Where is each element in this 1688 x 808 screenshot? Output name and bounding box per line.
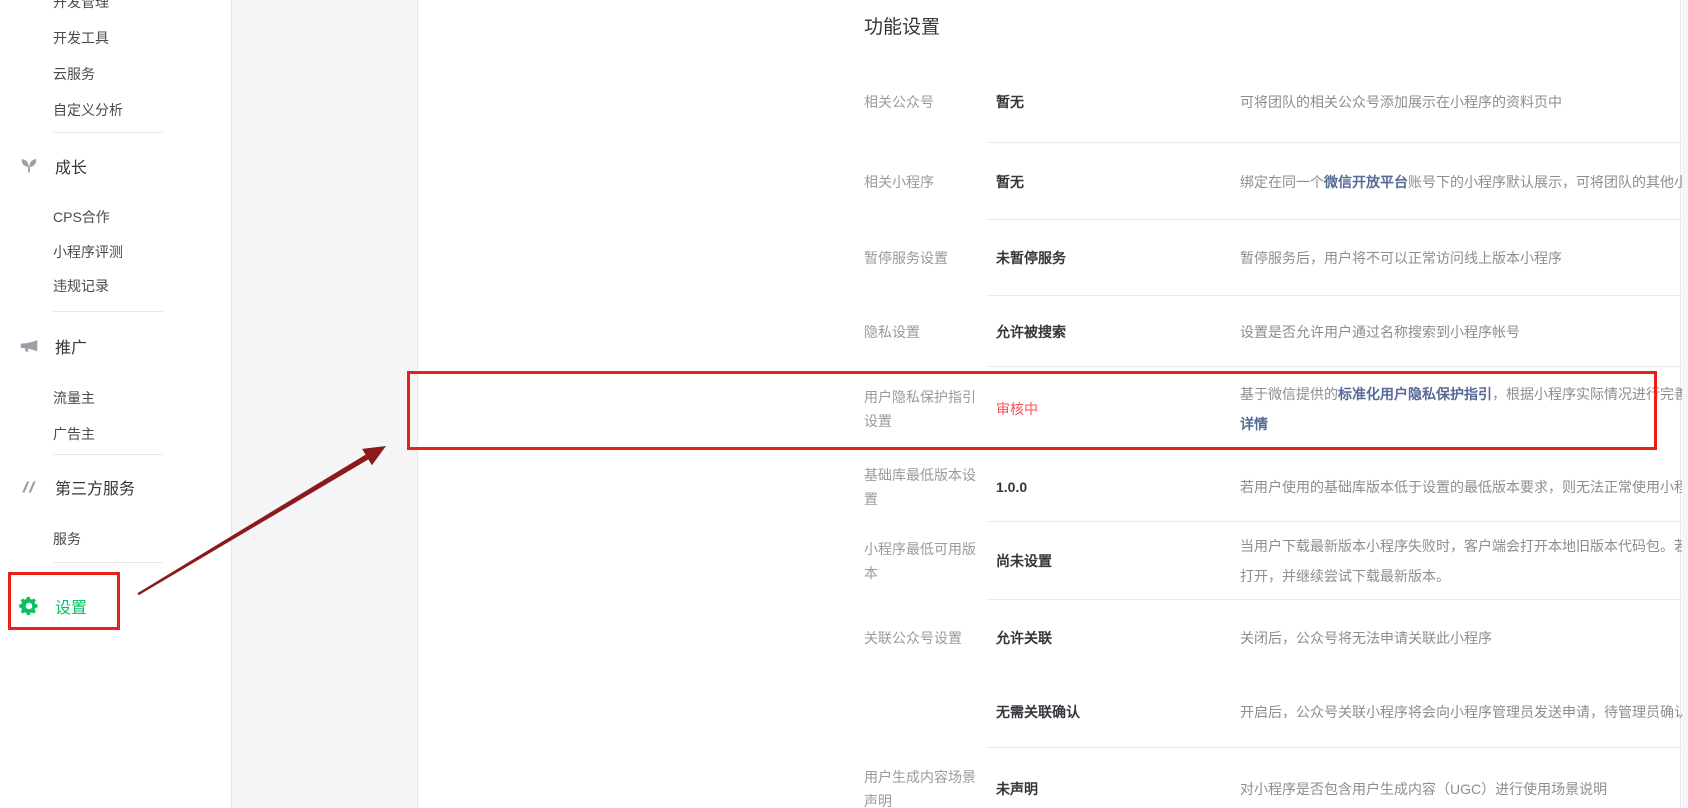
sidebar-section-label: 设置 xyxy=(55,594,87,618)
row-value: 1.0.0 xyxy=(996,479,1196,495)
row-label: 关联公众号设置 xyxy=(864,626,984,650)
settings-row-no-link-confirm: 无需关联确认 开启后，公众号关联小程序将会向小程序管理员发送申请，待管理员确认后才… xyxy=(836,675,1688,748)
row-description: 对小程序是否包含用户生成内容（UGC）进行使用场景说明 xyxy=(1240,774,1688,804)
description-text: 账号下的小程序默认展示，可将团队的其他小程序添加展示在小程序的资料页中 xyxy=(1408,174,1688,190)
sidebar: 开发管理开发工具云服务自定义分析成长 CPS合作小程序评测违规记录推广流量主广告主… xyxy=(0,0,232,808)
content-gutter xyxy=(232,0,417,808)
row-label: 相关小程序 xyxy=(864,170,984,194)
sidebar-item-service[interactable]: 服务 xyxy=(53,529,81,549)
description-text: ，根据小程序实际情况进行完善。小程序发布后即向c端用户展示。 xyxy=(1492,386,1688,402)
settings-row-privacy-search: 隐私设置允许被搜索设置是否允许用户通过名称搜索到小程序帐号关闭 xyxy=(836,296,1688,367)
settings-row-min-library-version: 基础库最低版本设置 1.0.0 若用户使用的基础库版本低于设置的最低版本要求，则无法… xyxy=(836,451,1688,522)
settings-row-ugc-declaration: 用户生成内容场景声明未声明 对小程序是否包含用户生成内容（UGC）进行使用场景说明… xyxy=(836,748,1688,808)
row-value: 允许关联 xyxy=(996,628,1196,648)
description-text: 开启后，公众号关联小程序将会向小程序管理员发送申请，待管理员确认后才能关联成功 xyxy=(1240,704,1688,720)
row-description: 暂停服务后，用户将不可以正常访问线上版本小程序 xyxy=(1240,243,1688,273)
settings-row-related-miniprogram: 相关小程序暂无 绑定在同一个微信开放平台账号下的小程序默认展示，可将团队的其他小程… xyxy=(836,143,1688,220)
right-gutter xyxy=(1682,0,1688,808)
row-value: 尚未设置 xyxy=(996,551,1196,571)
sidebar-item-traffic-owner[interactable]: 流量主 xyxy=(53,388,95,408)
description-text: 对小程序是否包含用户生成内容（UGC）进行使用场景说明 xyxy=(1240,781,1607,797)
megaphone-icon xyxy=(18,335,40,357)
row-description: 若用户使用的基础库版本低于设置的最低版本要求，则无法正常使用小程序，并提示更新微… xyxy=(1240,472,1688,502)
sidebar-divider xyxy=(53,311,163,312)
sidebar-section-label: 成长 xyxy=(55,154,87,178)
sidebar-section-promotion[interactable]: 推广 xyxy=(0,334,87,358)
page-title: 功能设置 xyxy=(864,12,940,39)
row-value: 未声明 xyxy=(996,779,1196,799)
row-label: 基础库最低版本设置 xyxy=(864,463,984,511)
sidebar-item-violation-records[interactable]: 违规记录 xyxy=(53,276,109,296)
row-description: 当用户下载最新版本小程序失败时，客户端会打开本地旧版本代码包。若该版本低于设置的… xyxy=(1240,531,1688,591)
row-value: 允许被搜索 xyxy=(996,322,1196,342)
row-label: 用户隐私保护指引设置 xyxy=(864,385,984,433)
description-text: 基于微信提供的 xyxy=(1240,386,1338,402)
description-text: 若用户使用的基础库版本低于设置的最低版本要求，则无法正常使用小程序，并提示更新微… xyxy=(1240,479,1688,495)
settings-row-link-official-account: 关联公众号设置允许关联关闭后，公众号将无法申请关联此小程序关闭 xyxy=(836,600,1688,675)
sidebar-item-miniprogram-evaluation[interactable]: 小程序评测 xyxy=(53,242,123,262)
sidebar-item-advertiser[interactable]: 广告主 xyxy=(53,424,95,444)
sidebar-section-growth[interactable]: 成长 xyxy=(0,154,87,178)
settings-row-suspend-service: 暂停服务设置未暂停服务暂停服务后，用户将不可以正常访问线上版本小程序暂停服务 xyxy=(836,220,1688,296)
sidebar-item-custom-analysis[interactable]: 自定义分析 xyxy=(53,100,123,120)
row-description: 设置是否允许用户通过名称搜索到小程序帐号 xyxy=(1240,317,1688,347)
sidebar-section-settings[interactable]: 设置 xyxy=(0,594,87,618)
row-value: 暂无 xyxy=(996,172,1196,192)
row-value-status: 审核中 xyxy=(996,399,1196,419)
settings-row-related-official-account: 相关公众号暂无可将团队的相关公众号添加展示在小程序的资料页中修改 xyxy=(836,60,1688,143)
row-label: 用户生成内容场景声明 xyxy=(864,765,984,808)
sprout-icon xyxy=(18,155,40,177)
sidebar-divider xyxy=(53,562,163,563)
description-text: 可将团队的相关公众号添加展示在小程序的资料页中 xyxy=(1240,94,1562,110)
settings-row-user-privacy-guideline: 用户隐私保护指引设置审核中 基于微信提供的标准化用户隐私保护指引，根据小程序实际情… xyxy=(836,367,1688,451)
row-description: 开启后，公众号关联小程序将会向小程序管理员发送申请，待管理员确认后才能关联成功 xyxy=(1240,697,1688,727)
row-description: 可将团队的相关公众号添加展示在小程序的资料页中 xyxy=(1240,87,1688,117)
description-text: 暂停服务后，用户将不可以正常访问线上版本小程序 xyxy=(1240,250,1562,266)
row-value: 暂无 xyxy=(996,92,1196,112)
row-label: 小程序最低可用版本 xyxy=(864,537,984,585)
sidebar-divider xyxy=(53,132,163,133)
description-text: 设置是否允许用户通过名称搜索到小程序帐号 xyxy=(1240,324,1520,340)
row-description: 绑定在同一个微信开放平台账号下的小程序默认展示，可将团队的其他小程序添加展示在小… xyxy=(1240,167,1688,197)
row-label: 相关公众号 xyxy=(864,90,984,114)
sidebar-item-dev-management[interactable]: 开发管理 xyxy=(53,0,109,12)
sidebar-item-cps-cooperation[interactable]: CPS合作 xyxy=(53,207,110,227)
third-party-icon xyxy=(18,476,40,498)
sidebar-divider xyxy=(53,454,163,455)
inline-link[interactable]: 微信开放平台 xyxy=(1324,174,1408,190)
row-description: 关闭后，公众号将无法申请关联此小程序 xyxy=(1240,623,1688,653)
sidebar-item-dev-tools[interactable]: 开发工具 xyxy=(53,28,109,48)
sidebar-section-label: 推广 xyxy=(55,334,87,358)
gear-icon xyxy=(18,595,40,617)
row-description: 基于微信提供的标准化用户隐私保护指引，根据小程序实际情况进行完善。小程序发布后即… xyxy=(1240,379,1688,439)
row-value: 未暂停服务 xyxy=(996,248,1196,268)
description-text: 关闭后，公众号将无法申请关联此小程序 xyxy=(1240,630,1492,646)
settings-panel: 功能设置 相关公众号暂无可将团队的相关公众号添加展示在小程序的资料页中修改相关小… xyxy=(417,0,1681,808)
sidebar-section-third-party[interactable]: 第三方服务 xyxy=(0,475,135,499)
mp-console-page: 开发管理开发工具云服务自定义分析成长 CPS合作小程序评测违规记录推广流量主广告主… xyxy=(0,0,1688,808)
row-label: 隐私设置 xyxy=(864,320,984,344)
sidebar-item-cloud-service[interactable]: 云服务 xyxy=(53,64,95,84)
row-value: 无需关联确认 xyxy=(996,702,1196,722)
settings-row-min-available-version: 小程序最低可用版本尚未设置 当用户下载最新版本小程序失败时，客户端会打开本地旧版本… xyxy=(836,522,1688,600)
description-text: 绑定在同一个 xyxy=(1240,174,1324,190)
sidebar-section-label: 第三方服务 xyxy=(55,475,135,499)
description-text: 当用户下载最新版本小程序失败时，客户端会打开本地旧版本代码包。若该版本低于设置的… xyxy=(1240,538,1688,584)
inline-link[interactable]: 标准化用户隐私保护指引 xyxy=(1338,386,1492,402)
row-label: 暂停服务设置 xyxy=(864,246,984,270)
